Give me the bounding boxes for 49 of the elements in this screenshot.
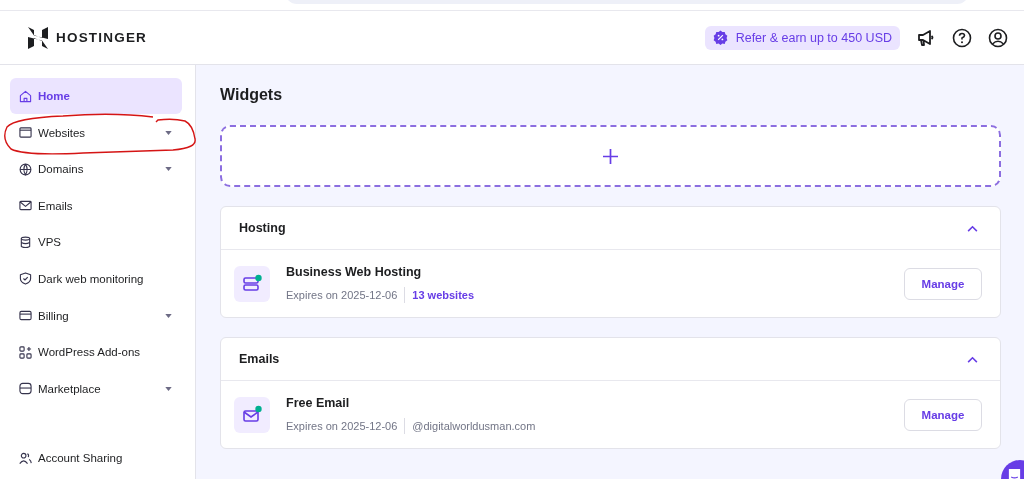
sidebar-item[interactable]: Billing <box>10 297 182 334</box>
database-icon <box>19 235 32 249</box>
envelope-icon <box>234 396 270 433</box>
add-widget-button[interactable] <box>220 125 1001 187</box>
credit-card-icon <box>19 309 32 323</box>
sidebar-item[interactable]: Home <box>10 78 182 114</box>
section-title: Hosting <box>239 221 286 235</box>
caret-icon <box>165 386 172 391</box>
product-name: Free Email <box>286 395 351 410</box>
caret-icon <box>165 130 172 135</box>
widgets-heading: Widgets <box>220 85 284 105</box>
expiry-date: Expires on 2025-12-06 <box>286 419 398 432</box>
expiry-date: Expires on 2025-12-06 <box>286 288 398 301</box>
section-title: Emails <box>239 352 280 366</box>
megaphone-icon[interactable] <box>916 27 936 48</box>
help-icon[interactable] <box>952 27 972 48</box>
server-icon <box>234 265 270 302</box>
logo-icon <box>28 26 48 49</box>
sidebar-item[interactable]: VPS <box>10 224 182 261</box>
chevron-up-icon[interactable] <box>967 355 978 363</box>
account-icon[interactable] <box>988 27 1008 48</box>
shield-icon <box>19 272 32 286</box>
discount-badge-icon <box>712 30 728 45</box>
chat-icon <box>1006 467 1022 479</box>
sidebar-item[interactable]: Account Sharing <box>10 440 182 476</box>
caret-icon <box>165 313 172 318</box>
globe-icon <box>19 162 32 176</box>
sidebar-item[interactable]: Websites <box>10 114 182 151</box>
sidebar-item[interactable]: WordPress Add-ons <box>10 334 182 371</box>
browser-window-icon <box>19 126 32 140</box>
plus-icon <box>603 148 618 164</box>
domain-text: @digitalworldusman.com <box>412 419 536 432</box>
envelope-icon <box>19 199 32 213</box>
logo-text: HOSTINGER <box>56 30 148 45</box>
product-name: Business Web Hosting <box>286 264 423 279</box>
manage-button[interactable]: Manage <box>904 398 982 431</box>
referral-button[interactable]: Refer & earn up to 450 USD <box>704 25 900 50</box>
home-icon <box>19 89 32 103</box>
sidebar-item[interactable]: Domains <box>10 151 182 188</box>
chevron-up-icon[interactable] <box>967 224 978 232</box>
websites-link[interactable]: 13 websites <box>412 288 475 301</box>
caret-icon <box>165 167 172 172</box>
sidebar-item[interactable]: Emails <box>10 187 182 224</box>
grid-plus-icon <box>19 345 32 359</box>
storefront-icon <box>19 382 32 396</box>
sidebar-item[interactable]: Dark web monitoring <box>10 260 182 297</box>
people-icon <box>19 451 32 465</box>
manage-button[interactable]: Manage <box>904 267 982 300</box>
sidebar-item[interactable]: Marketplace <box>10 370 182 407</box>
